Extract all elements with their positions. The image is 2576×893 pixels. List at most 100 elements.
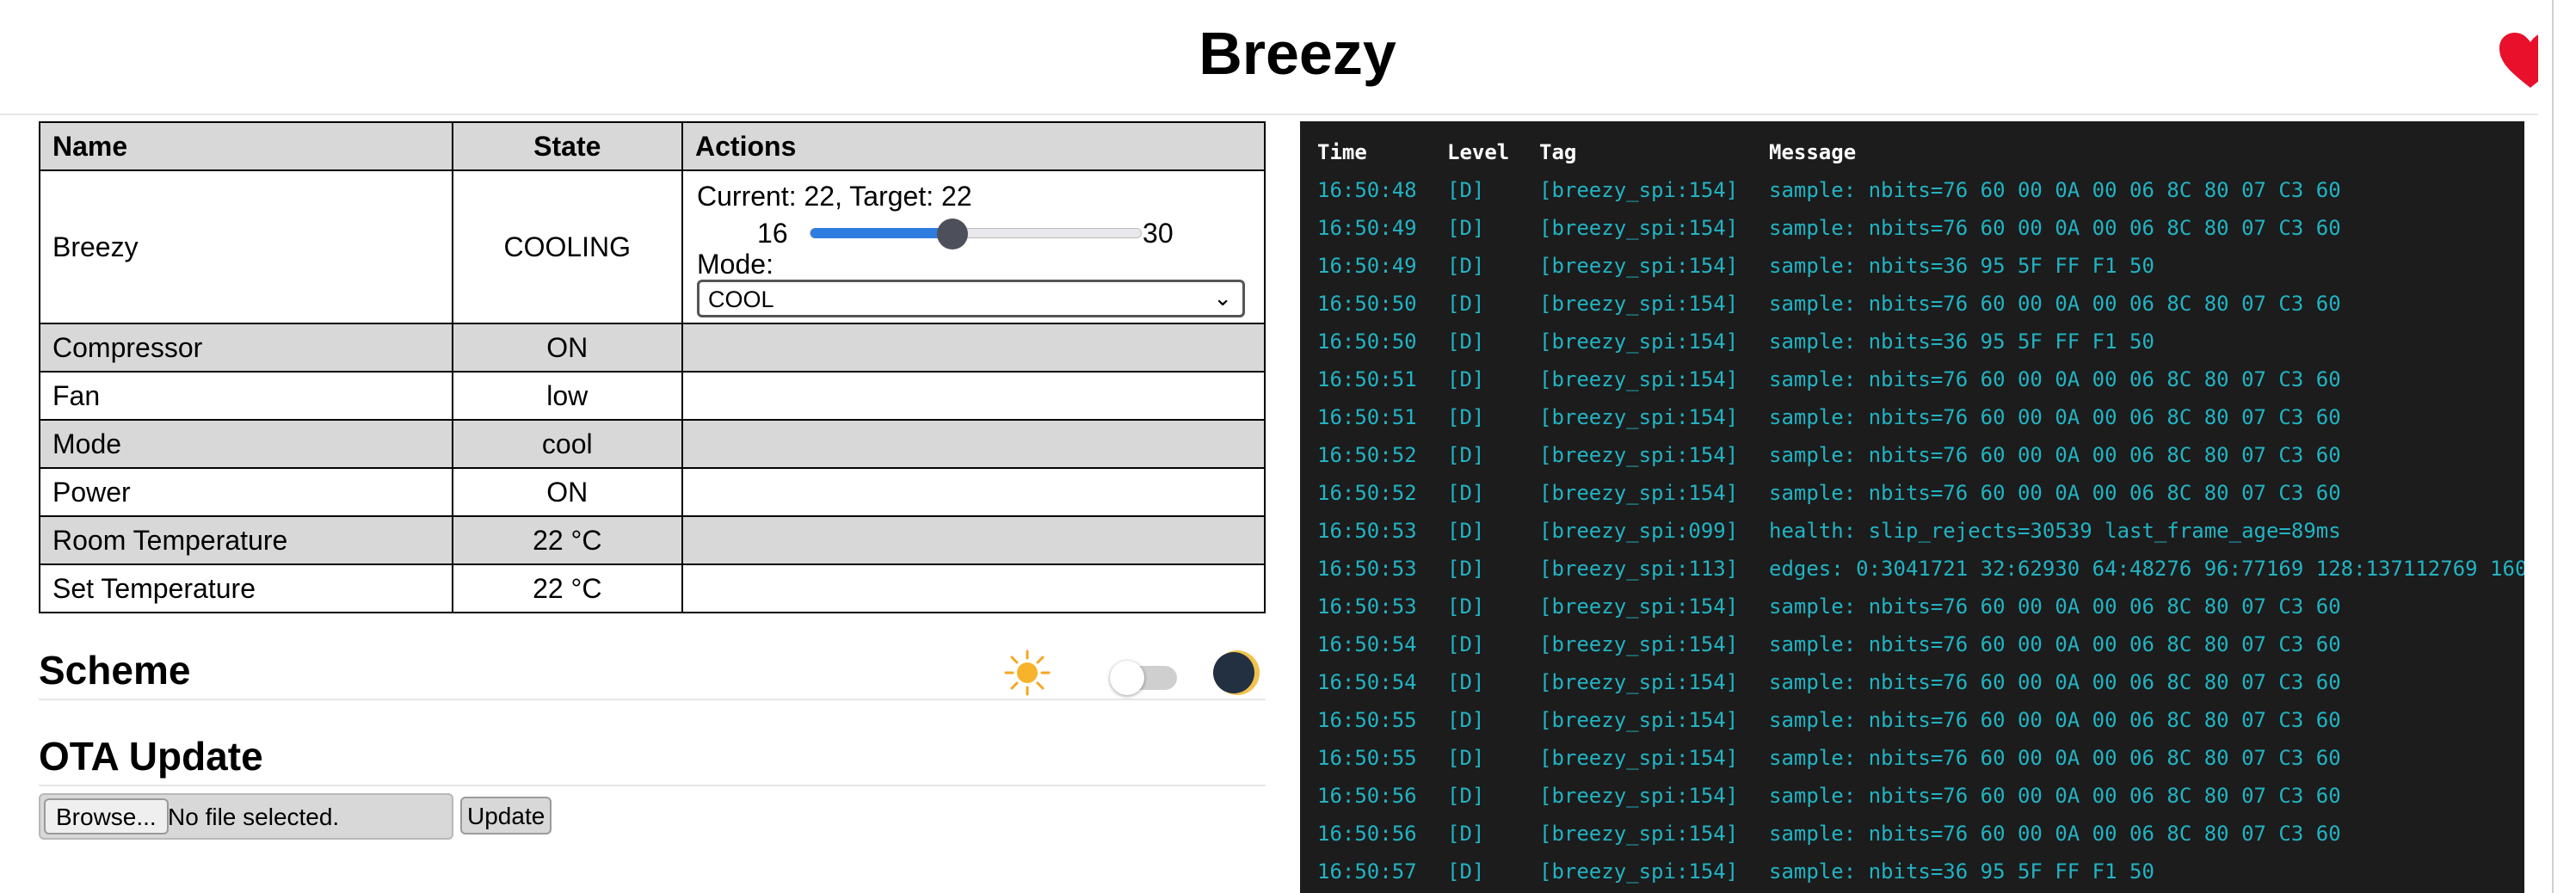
log-message: sample: nbits=76 60 00 0A 00 06 8C 80 07… [1769, 632, 2341, 656]
log-level: [D] [1447, 594, 1485, 619]
log-tag: [breezy_spi:154] [1539, 481, 1739, 505]
log-time: 16:50:56 [1317, 822, 1417, 846]
entity-actions [681, 467, 1266, 517]
browse-button[interactable]: Browse... [44, 798, 169, 834]
log-message: sample: nbits=76 60 00 0A 00 06 8C 80 07… [1769, 594, 2341, 619]
log-message: sample: nbits=76 60 00 0A 00 06 8C 80 07… [1769, 443, 2341, 467]
mode-label: Mode: [697, 249, 773, 280]
scheme-title: Scheme [39, 648, 191, 693]
log-tag: [breezy_spi:154] [1539, 405, 1739, 429]
scheme-divider [39, 699, 1266, 700]
log-message: sample: nbits=76 60 00 0A 00 06 8C 80 07… [1769, 405, 2341, 429]
log-message: sample: nbits=76 60 00 0A 00 06 8C 80 07… [1769, 178, 2341, 202]
log-message: sample: nbits=76 60 00 0A 00 06 8C 80 07… [1769, 216, 2341, 240]
entity-state: ON [451, 467, 684, 517]
ota-divider [39, 785, 1266, 786]
log-tag: [breezy_spi:154] [1539, 594, 1739, 619]
page-title: Breezy [1199, 20, 1396, 87]
sun-icon [1004, 650, 1051, 696]
column-header-name: Name [39, 121, 453, 171]
log-time: 16:50:50 [1317, 329, 1417, 354]
log-tag: [breezy_spi:154] [1539, 367, 1739, 391]
entity-actions [681, 515, 1266, 565]
file-status-text: No file selected. [168, 804, 340, 830]
log-level: [D] [1447, 859, 1485, 884]
log-time: 16:50:55 [1317, 746, 1417, 770]
log-time: 16:50:53 [1317, 519, 1417, 543]
table-row: Compressor ON [39, 323, 1266, 373]
log-tag: [breezy_spi:154] [1539, 670, 1739, 694]
climate-actions: Current: 22, Target: 22 16 30 Mode: COOL… [681, 169, 1266, 324]
log-tag: [breezy_spi:154] [1539, 254, 1739, 278]
log-message: edges: 0:3041721 32:62930 64:48276 96:77… [1769, 557, 2524, 581]
log-time: 16:50:53 [1317, 557, 1417, 581]
log-level: [D] [1447, 254, 1485, 278]
page-header: Breezy [0, 0, 2576, 115]
entity-actions [681, 371, 1266, 421]
log-level: [D] [1447, 216, 1485, 240]
log-time: 16:50:56 [1317, 784, 1417, 808]
entity-name: Mode [39, 419, 453, 469]
log-time: 16:50:53 [1317, 594, 1417, 619]
log-time: 16:50:49 [1317, 216, 1417, 240]
chevron-down-icon: ⌄ [1213, 285, 1233, 311]
table-row: Mode cool [39, 419, 1266, 469]
log-tag: [breezy_spi:154] [1539, 632, 1739, 656]
log-message: sample: nbits=76 60 00 0A 00 06 8C 80 07… [1769, 292, 2341, 316]
entity-state: 22 °C [451, 515, 684, 565]
log-message: sample: nbits=76 60 00 0A 00 06 8C 80 07… [1769, 784, 2341, 808]
log-column-tag: Tag [1539, 140, 1577, 164]
log-tag: [breezy_spi:154] [1539, 746, 1739, 770]
entity-actions [681, 419, 1266, 469]
log-message: sample: nbits=76 60 00 0A 00 06 8C 80 07… [1769, 481, 2341, 505]
log-message: health: slip_rejects=30539 last_frame_ag… [1769, 519, 2341, 543]
log-message: sample: nbits=76 60 00 0A 00 06 8C 80 07… [1769, 670, 2341, 694]
page-scrollbar[interactable] [2538, 0, 2576, 893]
log-level: [D] [1447, 178, 1485, 202]
target-temperature-slider-row: 16 30 [697, 212, 1250, 249]
mode-select-value: COOL [708, 286, 774, 312]
entity-actions [681, 323, 1266, 373]
log-message: sample: nbits=76 60 00 0A 00 06 8C 80 07… [1769, 822, 2341, 846]
log-tag: [breezy_spi:154] [1539, 292, 1739, 316]
entity-name: Compressor [39, 323, 453, 373]
update-button[interactable]: Update [460, 797, 552, 834]
entity-state: cool [451, 419, 684, 469]
entity-name: Set Temperature [39, 564, 453, 613]
toggle-knob [1110, 661, 1144, 695]
entity-name: Power [39, 467, 453, 517]
log-time: 16:50:51 [1317, 405, 1417, 429]
table-row-climate: Breezy COOLING Current: 22, Target: 22 1… [39, 169, 1266, 324]
log-time: 16:50:50 [1317, 292, 1417, 316]
log-message: sample: nbits=76 60 00 0A 00 06 8C 80 07… [1769, 708, 2341, 732]
log-tag: [breezy_spi:154] [1539, 329, 1739, 354]
column-header-actions: Actions [681, 121, 1266, 171]
table-row: Power ON [39, 467, 1266, 517]
slider-thumb[interactable] [936, 219, 968, 249]
log-message: sample: nbits=36 95 5F FF F1 50 [1769, 329, 2154, 354]
ota-title: OTA Update [39, 734, 263, 779]
log-column-time: Time [1317, 140, 1367, 164]
entity-name: Breezy [39, 169, 453, 324]
current-target-text: Current: 22, Target: 22 [697, 181, 972, 212]
log-level: [D] [1447, 329, 1485, 354]
log-message: sample: nbits=36 95 5F FF F1 50 [1769, 859, 2154, 884]
log-panel[interactable]: Time Level Tag Message 16:50:48 [D] [breez… [1300, 121, 2524, 893]
entity-name: Fan [39, 371, 453, 421]
entity-state: COOLING [451, 169, 684, 324]
log-time: 16:50:54 [1317, 670, 1417, 694]
entity-state: 22 °C [451, 564, 684, 613]
ota-file-input[interactable]: Browse... No file selected. [39, 793, 453, 840]
log-time: 16:50:57 [1317, 859, 1417, 884]
target-temperature-slider[interactable] [810, 219, 1143, 249]
dark-mode-toggle[interactable] [1110, 661, 1177, 695]
entity-table: Name State Actions Breezy COOLING Curren… [39, 121, 1266, 613]
mode-select[interactable]: COOL ⌄ [697, 280, 1246, 317]
log-level: [D] [1447, 746, 1485, 770]
log-level: [D] [1447, 481, 1485, 505]
log-time: 16:50:54 [1317, 632, 1417, 656]
column-header-state: State [451, 121, 684, 171]
log-message: sample: nbits=76 60 00 0A 00 06 8C 80 07… [1769, 746, 2341, 770]
log-level: [D] [1447, 367, 1485, 391]
log-level: [D] [1447, 784, 1485, 808]
